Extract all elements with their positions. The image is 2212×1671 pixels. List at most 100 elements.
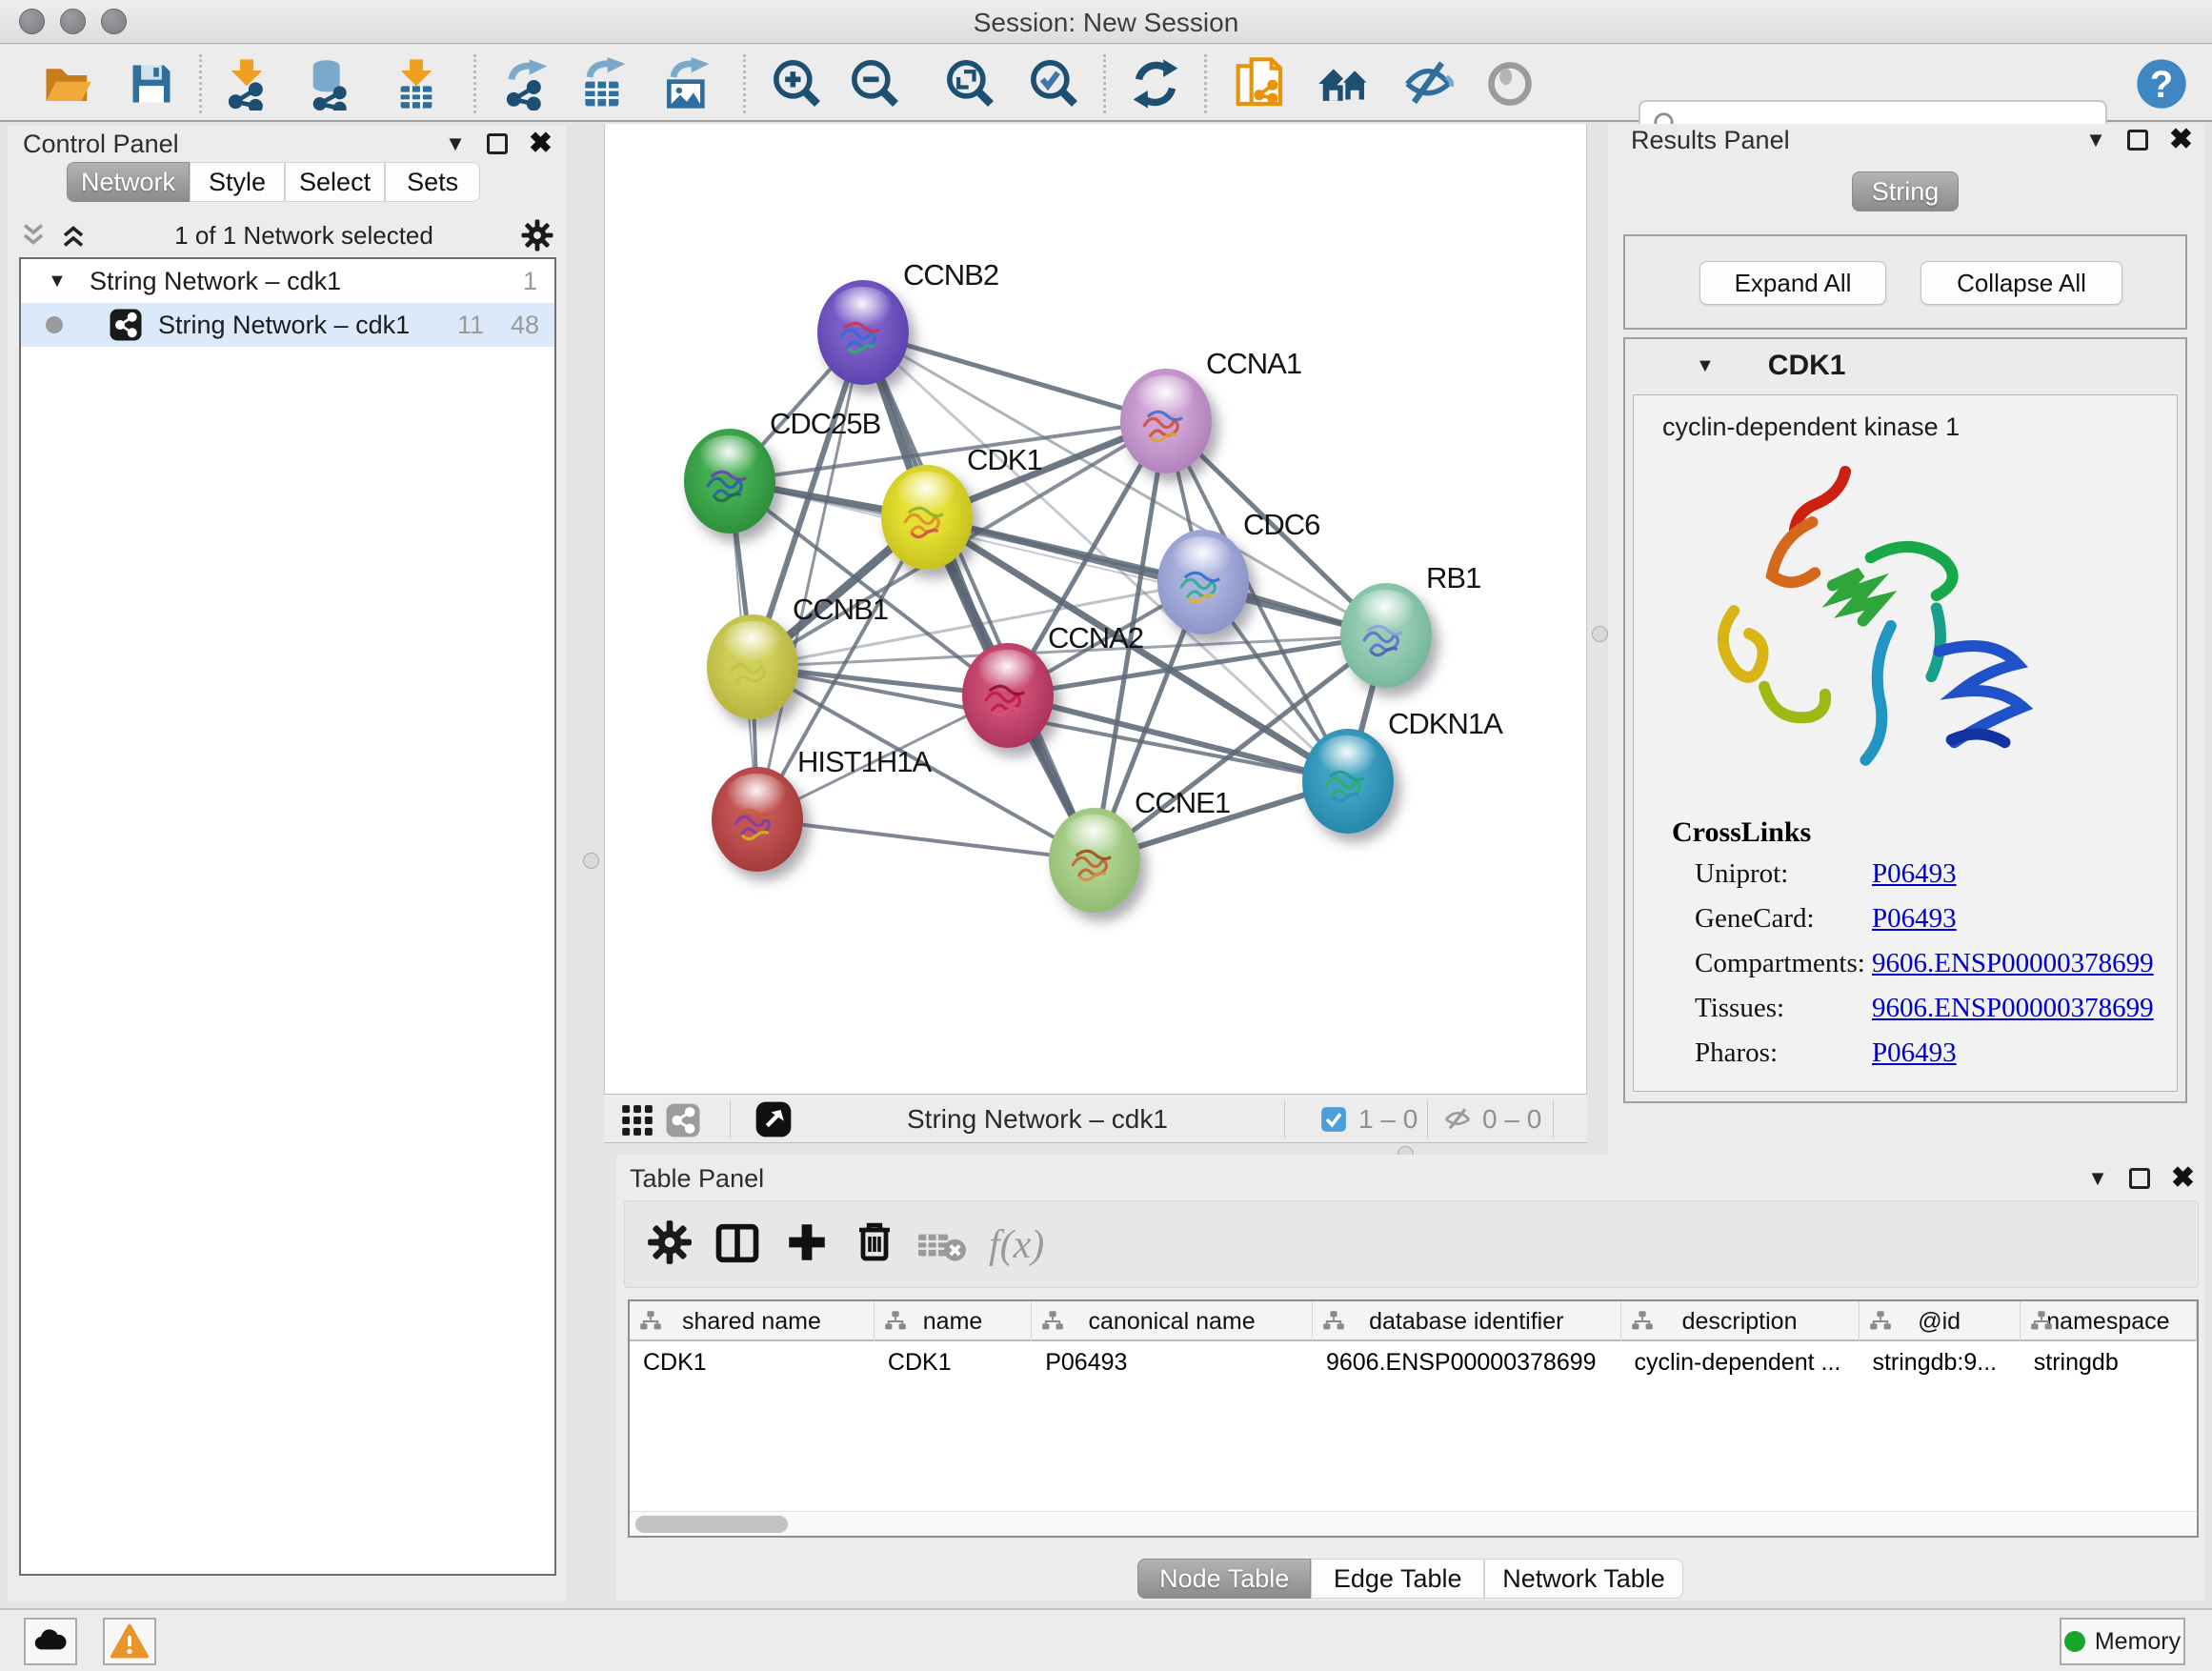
zoom-out-button[interactable] <box>848 56 903 111</box>
grid-view-button[interactable] <box>619 1102 655 1143</box>
results-panel-close-icon[interactable]: ✖ <box>2169 130 2193 151</box>
table-row[interactable]: CDK1CDK1P064939606.ENSP00000378699cyclin… <box>630 1343 2197 1381</box>
column-header-database-identifier[interactable]: database identifier <box>1313 1301 1621 1341</box>
column-header-canonical-name[interactable]: canonical name <box>1032 1301 1313 1341</box>
column-header-namespace[interactable]: namespace <box>2021 1301 2197 1341</box>
network-node-cdc6[interactable] <box>1157 530 1249 634</box>
table-panel-close-icon[interactable]: ✖ <box>2171 1168 2195 1189</box>
import-network-from-database-button[interactable] <box>301 56 356 111</box>
tab-string[interactable]: String <box>1852 171 1959 211</box>
table-cell[interactable]: P06493 <box>1032 1343 1313 1381</box>
results-panel-float-icon[interactable] <box>2127 130 2148 151</box>
function-builder-button[interactable]: f(x) <box>989 1222 1044 1268</box>
save-session-button[interactable] <box>124 56 179 111</box>
tab-node-table[interactable]: Node Table <box>1137 1559 1311 1599</box>
export-image-button[interactable] <box>659 56 714 111</box>
split-columns-button[interactable] <box>713 1218 762 1268</box>
table-panel-collapse-icon[interactable]: ▼ <box>2087 1166 2108 1191</box>
table-settings-button[interactable] <box>646 1218 694 1266</box>
open-session-button[interactable] <box>40 56 95 111</box>
zoom-in-button[interactable] <box>770 56 825 111</box>
tab-style[interactable]: Style <box>190 162 285 202</box>
tab-select[interactable]: Select <box>285 162 385 202</box>
network-node-ccnb2[interactable] <box>817 280 909 385</box>
network-node-rb1[interactable] <box>1340 583 1432 688</box>
network-node-ccna2[interactable] <box>962 643 1054 748</box>
column-header-name[interactable]: name <box>875 1301 1032 1341</box>
zoom-selected-button[interactable] <box>1027 56 1082 111</box>
crosslink-link[interactable]: 9606.ENSP00000378699 <box>1872 993 2154 1024</box>
control-panel-close-icon[interactable]: ✖ <box>529 133 553 154</box>
left-panel-divider-handle[interactable] <box>583 853 599 869</box>
gene-collapse-icon[interactable]: ▼ <box>1696 355 1715 377</box>
network-node-cdkn1a[interactable] <box>1302 729 1394 834</box>
annotations-button[interactable] <box>1233 56 1288 111</box>
collapse-all-chevron-icon[interactable] <box>19 221 48 250</box>
tab-sets[interactable]: Sets <box>385 162 480 202</box>
gene-section-header[interactable]: ▼ CDK1 <box>1625 339 2185 393</box>
tab-network[interactable]: Network <box>67 162 190 202</box>
toolbar-separator <box>199 54 202 113</box>
memory-button[interactable]: Memory <box>2060 1618 2185 1665</box>
cloud-status-button[interactable] <box>24 1618 77 1665</box>
warning-status-button[interactable] <box>103 1618 156 1665</box>
table-cell[interactable]: stringdb <box>2021 1343 2197 1381</box>
tab-edge-table[interactable]: Edge Table <box>1311 1559 1484 1599</box>
hide-graphics-button[interactable] <box>1400 56 1456 111</box>
table-cell[interactable]: CDK1 <box>875 1343 1032 1381</box>
network-canvas[interactable]: CCNB2CCNA1CDC25BCDK1CDC6RB1CCNB1CCNA2CDK… <box>604 124 1587 1094</box>
export-table-button[interactable] <box>575 56 631 111</box>
control-panel-collapse-icon[interactable]: ▼ <box>445 131 466 156</box>
import-network-button[interactable] <box>219 56 274 111</box>
control-panel-float-icon[interactable] <box>487 133 508 154</box>
network-node-ccnb1[interactable] <box>707 614 798 719</box>
network-options-gear-icon[interactable] <box>520 218 554 252</box>
network-node-cdc25b[interactable] <box>684 429 775 534</box>
tab-network-table[interactable]: Network Table <box>1484 1559 1683 1599</box>
birds-eye-view-button[interactable] <box>754 1100 793 1143</box>
selected-checkbox[interactable] <box>1320 1106 1347 1137</box>
expand-all-button[interactable]: Expand All <box>1699 261 1886 305</box>
delete-table-button[interactable] <box>916 1218 968 1270</box>
table-cell[interactable]: stringdb:9... <box>1859 1343 2020 1381</box>
refresh-view-button[interactable] <box>1128 56 1183 111</box>
table-cell[interactable]: CDK1 <box>630 1343 875 1381</box>
help-button[interactable]: ? <box>2134 56 2189 111</box>
network-edges[interactable] <box>605 124 1588 1094</box>
expand-all-chevron-icon[interactable] <box>59 221 88 250</box>
crosslink-link[interactable]: P06493 <box>1872 903 1957 935</box>
network-node-hist1h1a[interactable] <box>712 767 803 872</box>
column-header-description[interactable]: description <box>1621 1301 1860 1341</box>
import-table-button[interactable] <box>389 56 444 111</box>
network-node-ccna1[interactable] <box>1120 369 1212 473</box>
crosslink-link[interactable]: P06493 <box>1872 858 1957 890</box>
table-horizontal-scrollbar[interactable] <box>630 1511 2197 1536</box>
crosslink-link[interactable]: 9606.ENSP00000378699 <box>1872 948 2154 979</box>
share-view-button[interactable] <box>665 1102 701 1143</box>
node-structure-icon <box>1356 611 1417 672</box>
network-node-cdk1[interactable] <box>881 465 973 570</box>
collapse-all-button[interactable]: Collapse All <box>1920 261 2122 305</box>
show-graphics-button[interactable] <box>1482 56 1538 111</box>
results-panel-collapse-icon[interactable]: ▼ <box>2085 128 2106 152</box>
right-panel-divider-handle[interactable] <box>1592 626 1608 642</box>
node-structure-icon <box>1064 836 1125 896</box>
collection-expand-icon[interactable]: ▼ <box>48 271 67 292</box>
crosslink-link[interactable]: P06493 <box>1872 1037 1957 1069</box>
column-header--id[interactable]: @id <box>1860 1301 2021 1341</box>
network-collection-row[interactable]: ▼ String Network – cdk1 1 <box>21 259 554 303</box>
control-panel-title: Control Panel <box>23 130 179 159</box>
table-panel-float-icon[interactable] <box>2129 1168 2150 1189</box>
delete-column-button[interactable] <box>852 1218 897 1264</box>
table-cell[interactable]: cyclin-dependent ... <box>1621 1343 1860 1381</box>
column-header-shared-name[interactable]: shared name <box>630 1301 875 1341</box>
home-layout-button[interactable] <box>1317 56 1372 111</box>
crosslink-row: Uniprot:P06493 <box>1695 858 2167 902</box>
network-row[interactable]: String Network – cdk1 11 48 <box>21 303 554 347</box>
export-network-button[interactable] <box>497 56 553 111</box>
network-node-ccne1[interactable] <box>1049 808 1140 913</box>
table-cell[interactable]: 9606.ENSP00000378699 <box>1313 1343 1621 1381</box>
scrollbar-thumb[interactable] <box>635 1516 788 1533</box>
zoom-fit-button[interactable] <box>943 56 998 111</box>
add-column-button[interactable] <box>783 1218 831 1266</box>
